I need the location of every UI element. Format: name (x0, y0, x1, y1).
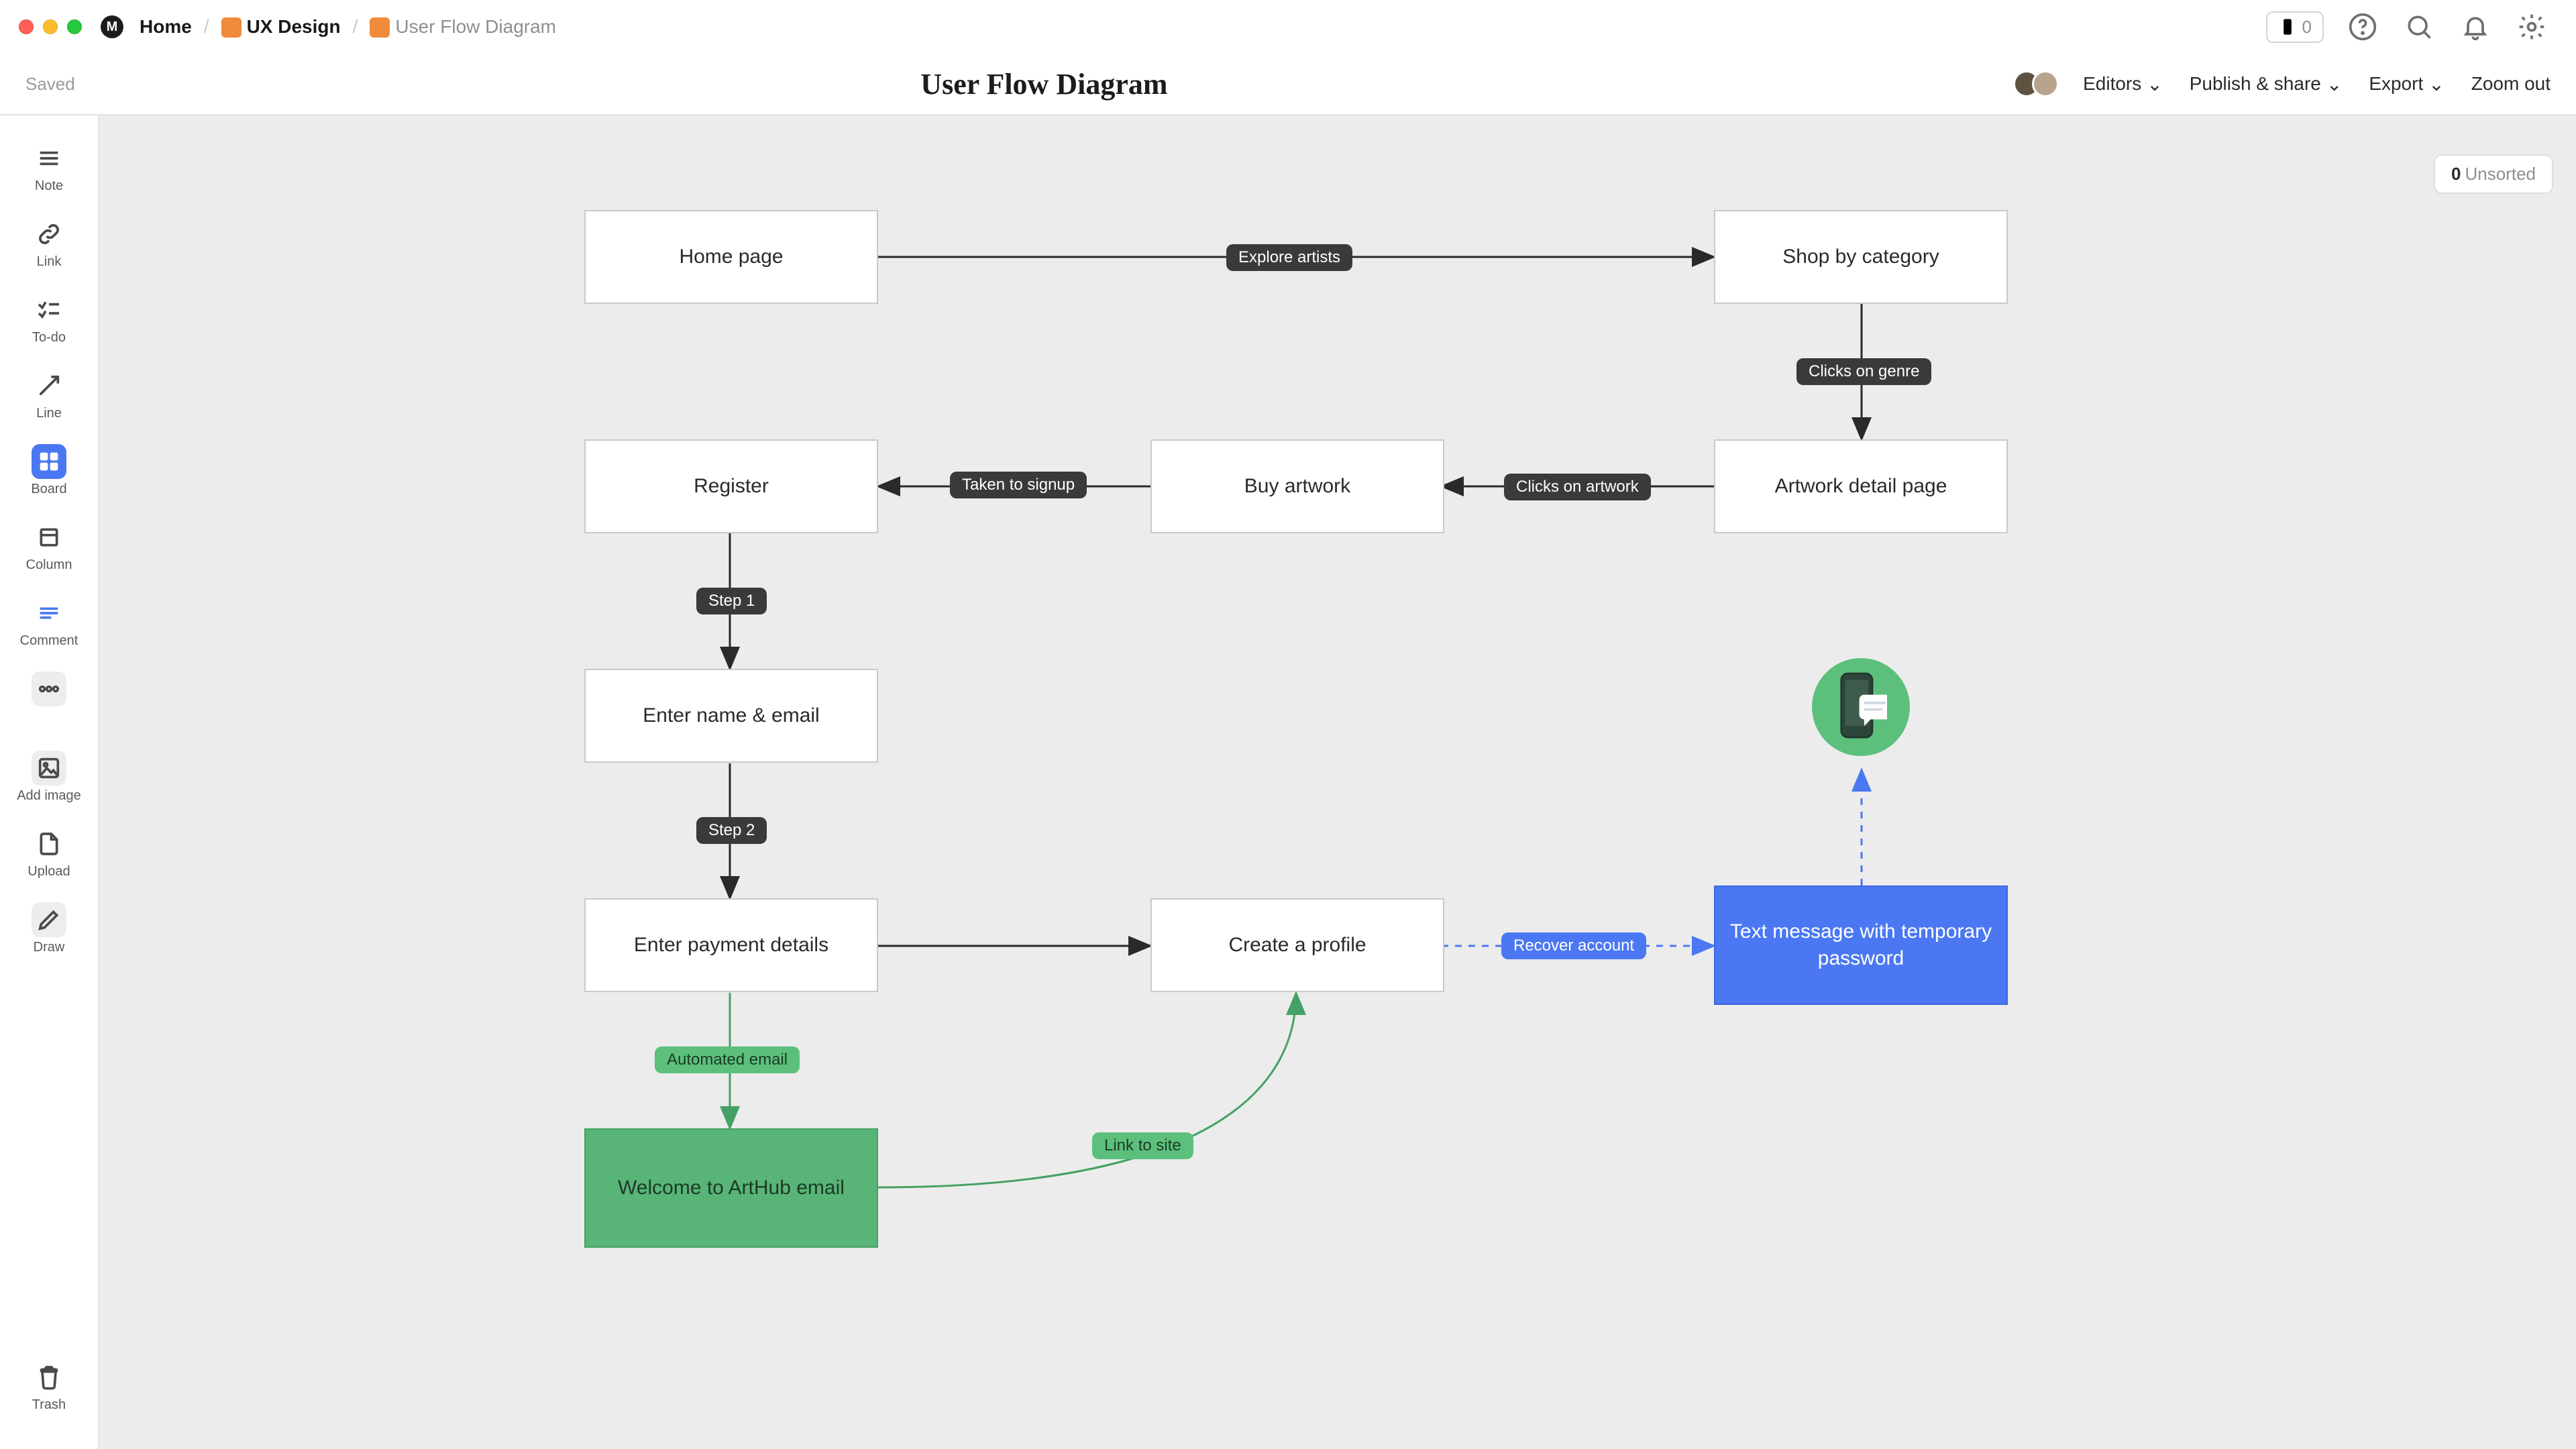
editor-avatars[interactable] (2013, 70, 2059, 97)
tool-link[interactable]: Link (16, 210, 82, 282)
page-title[interactable]: User Flow Diagram (75, 67, 2013, 101)
tool-more[interactable] (16, 665, 82, 718)
node-buy-artwork[interactable]: Buy artwork (1150, 439, 1444, 533)
pencil-icon (32, 902, 66, 937)
edge-label-step1[interactable]: Step 1 (696, 588, 767, 614)
mobile-preview-button[interactable]: 0 (2266, 11, 2324, 43)
save-status: Saved (25, 74, 75, 95)
node-welcome-email[interactable]: Welcome to ArtHub email (584, 1128, 878, 1248)
chevron-down-icon: ⌄ (2326, 73, 2342, 95)
export-dropdown[interactable]: Export⌄ (2369, 73, 2444, 95)
publish-share-dropdown[interactable]: Publish & share⌄ (2190, 73, 2343, 95)
node-name-email[interactable]: Enter name & email (584, 669, 878, 763)
node-artwork-detail[interactable]: Artwork detail page (1714, 439, 2008, 533)
edge-label-link-site[interactable]: Link to site (1092, 1132, 1193, 1159)
zoom-out-button[interactable]: Zoom out (2471, 73, 2551, 95)
comment-icon (32, 596, 66, 631)
window-controls (19, 19, 82, 34)
minimize-window-icon[interactable] (43, 19, 58, 34)
todo-icon (32, 292, 66, 327)
editors-dropdown[interactable]: Editors⌄ (2083, 73, 2163, 95)
line-icon (32, 368, 66, 403)
edge-label-genre[interactable]: Clicks on genre (1796, 358, 1931, 385)
image-icon (32, 751, 66, 786)
breadcrumb-folder-ux[interactable]: UX Design (221, 16, 341, 38)
column-icon (32, 520, 66, 555)
sms-phone-icon[interactable] (1812, 658, 1910, 756)
home-badge-icon[interactable]: M (101, 15, 123, 38)
edge-label-clicks-artwork[interactable]: Clicks on artwork (1504, 474, 1651, 500)
maximize-window-icon[interactable] (67, 19, 82, 34)
tool-trash[interactable]: Trash (16, 1353, 82, 1425)
search-icon (2404, 12, 2434, 42)
tool-note[interactable]: Note (16, 134, 82, 206)
bell-icon (2461, 12, 2490, 42)
tool-todo[interactable]: To-do (16, 286, 82, 358)
left-toolbar: Note Link To-do Line Board Column Commen… (0, 115, 99, 1449)
edge-label-step2[interactable]: Step 2 (696, 817, 767, 844)
breadcrumb-separator: / (353, 16, 358, 38)
title-bar: Saved User Flow Diagram Editors⌄ Publish… (0, 54, 2576, 115)
node-home-page[interactable]: Home page (584, 210, 878, 304)
edge-label-recover[interactable]: Recover account (1501, 932, 1646, 959)
edge-label-auto-email[interactable]: Automated email (655, 1046, 800, 1073)
board-icon (32, 444, 66, 479)
note-icon (32, 141, 66, 176)
flow-edges (99, 115, 2576, 1449)
tool-comment[interactable]: Comment (16, 589, 82, 661)
title-right-actions: Editors⌄ Publish & share⌄ Export⌄ Zoom o… (2013, 70, 2551, 97)
tool-add-image[interactable]: Add image (16, 744, 82, 816)
breadcrumb: M Home / UX Design / User Flow Diagram (101, 15, 556, 38)
node-payment[interactable]: Enter payment details (584, 898, 878, 992)
tool-column[interactable]: Column (16, 513, 82, 585)
phone-bubble-icon (1835, 670, 1887, 744)
chevron-down-icon: ⌄ (2428, 73, 2444, 95)
avatar (2032, 70, 2059, 97)
link-icon (32, 217, 66, 252)
trash-icon (32, 1360, 66, 1395)
chevron-down-icon: ⌄ (2147, 73, 2162, 95)
tool-draw[interactable]: Draw (16, 896, 82, 967)
top-right-actions: 0 (2266, 9, 2549, 44)
tool-board[interactable]: Board (16, 437, 82, 509)
breadcrumb-home[interactable]: Home (140, 16, 192, 38)
edge-label-explore[interactable]: Explore artists (1226, 244, 1352, 271)
node-register[interactable]: Register (584, 439, 878, 533)
upload-icon (32, 826, 66, 861)
settings-button[interactable] (2514, 9, 2549, 44)
top-bar: M Home / UX Design / User Flow Diagram 0 (0, 0, 2576, 54)
node-sms[interactable]: Text message with temporary password (1714, 885, 2008, 1005)
breadcrumb-current: User Flow Diagram (370, 16, 556, 38)
notifications-button[interactable] (2458, 9, 2493, 44)
edge-label-taken-signup[interactable]: Taken to signup (950, 472, 1087, 498)
phone-icon (2278, 17, 2297, 36)
node-profile[interactable]: Create a profile (1150, 898, 1444, 992)
search-button[interactable] (2402, 9, 2436, 44)
ellipsis-icon (32, 672, 66, 706)
tool-upload[interactable]: Upload (16, 820, 82, 892)
folder-icon (370, 17, 390, 38)
canvas[interactable]: 0Unsorted Home page Shop by category Ar (99, 115, 2576, 1449)
node-shop-category[interactable]: Shop by category (1714, 210, 2008, 304)
gear-icon (2517, 12, 2546, 42)
help-button[interactable] (2345, 9, 2380, 44)
help-icon (2348, 12, 2377, 42)
close-window-icon[interactable] (19, 19, 34, 34)
folder-icon (221, 17, 241, 38)
tool-line[interactable]: Line (16, 362, 82, 433)
breadcrumb-separator: / (204, 16, 209, 38)
